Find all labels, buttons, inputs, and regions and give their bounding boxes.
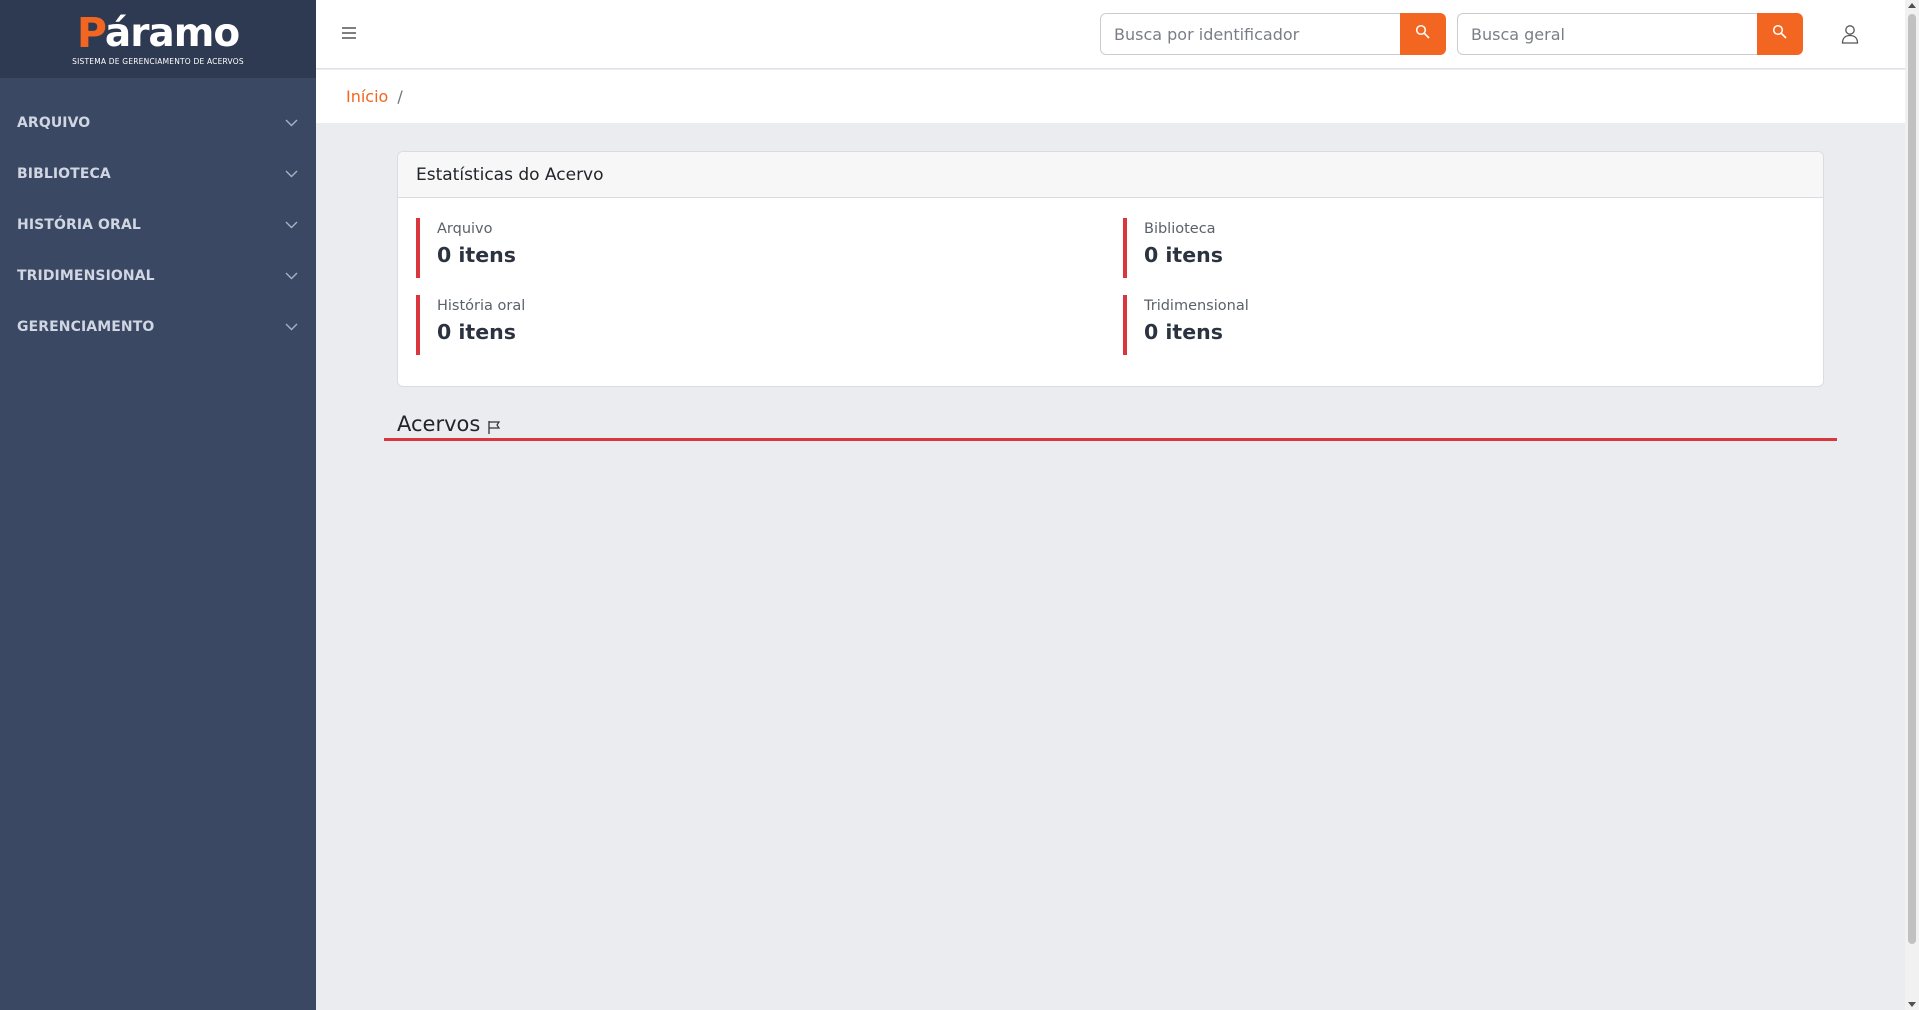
acervos-heading: Acervos — [397, 412, 502, 436]
stat-biblioteca: Biblioteca 0 itens — [1123, 218, 1523, 278]
logo: Páramo — [76, 8, 240, 57]
stat-value: 0 itens — [437, 320, 516, 344]
sidebar-item-historia-oral[interactable]: HISTÓRIA ORAL — [0, 199, 316, 250]
sidebar-item-label: TRIDIMENSIONAL — [17, 267, 155, 284]
page-scrollbar[interactable] — [1905, 0, 1919, 1010]
scrollbar-thumb[interactable] — [1908, 14, 1916, 944]
chevron-down-icon — [285, 167, 298, 180]
stat-label: Arquivo — [437, 221, 493, 237]
logo-text: áramo — [104, 10, 240, 56]
scroll-up-icon[interactable] — [1908, 3, 1916, 8]
scroll-down-icon[interactable] — [1908, 1002, 1916, 1007]
section-divider — [384, 438, 1837, 441]
stat-label: Tridimensional — [1144, 298, 1249, 314]
sidebar-item-biblioteca[interactable]: BIBLIOTECA — [0, 148, 316, 199]
identifier-search-input[interactable] — [1100, 13, 1400, 55]
stat-value: 0 itens — [1144, 243, 1223, 267]
general-search-button[interactable] — [1757, 13, 1803, 55]
user-icon[interactable] — [1839, 23, 1861, 45]
logo-subtitle: SISTEMA DE GERENCIAMENTO DE ACERVOS — [72, 56, 244, 66]
sidebar-item-label: BIBLIOTECA — [17, 165, 111, 182]
stat-tridimensional: Tridimensional 0 itens — [1123, 295, 1523, 355]
breadcrumb-home-link[interactable]: Início — [346, 87, 388, 106]
sidebar-item-gerenciamento[interactable]: GERENCIAMENTO — [0, 301, 316, 352]
stats-card-title: Estatísticas do Acervo — [398, 152, 1823, 198]
search-icon — [1415, 24, 1431, 44]
stats-card: Estatísticas do Acervo Arquivo 0 itens B… — [397, 151, 1824, 387]
search-icon — [1772, 24, 1788, 44]
chevron-down-icon — [285, 116, 298, 129]
identifier-search-button[interactable] — [1400, 13, 1446, 55]
stat-label: História oral — [437, 298, 526, 314]
stat-historia-oral: História oral 0 itens — [416, 295, 816, 355]
sidebar-item-label: HISTÓRIA ORAL — [17, 216, 141, 233]
sidebar-nav: ARQUIVO BIBLIOTECA HISTÓRIA ORAL TRIDIME… — [0, 78, 316, 352]
chevron-down-icon — [285, 218, 298, 231]
chevron-down-icon — [285, 320, 298, 333]
sidebar: Páramo SISTEMA DE GERENCIAMENTO DE ACERV… — [0, 0, 316, 1010]
identifier-search — [1100, 13, 1446, 55]
sidebar-item-arquivo[interactable]: ARQUIVO — [0, 97, 316, 148]
stat-value: 0 itens — [1144, 320, 1223, 344]
topbar — [316, 0, 1905, 69]
breadcrumb-separator: / — [397, 87, 403, 106]
logo-initial: P — [76, 8, 107, 57]
breadcrumb: Início / — [316, 70, 1905, 123]
stat-value: 0 itens — [437, 243, 516, 267]
stat-label: Biblioteca — [1144, 221, 1216, 237]
general-search — [1457, 13, 1803, 55]
acervos-title: Acervos — [397, 412, 481, 436]
sidebar-item-label: ARQUIVO — [17, 114, 91, 131]
sidebar-item-tridimensional[interactable]: TRIDIMENSIONAL — [0, 250, 316, 301]
stat-arquivo: Arquivo 0 itens — [416, 218, 816, 278]
brand[interactable]: Páramo SISTEMA DE GERENCIAMENTO DE ACERV… — [0, 0, 316, 78]
flag-icon — [486, 416, 502, 434]
hamburger-icon[interactable] — [340, 24, 358, 42]
sidebar-item-label: GERENCIAMENTO — [17, 318, 155, 335]
general-search-input[interactable] — [1457, 13, 1757, 55]
chevron-down-icon — [285, 269, 298, 282]
